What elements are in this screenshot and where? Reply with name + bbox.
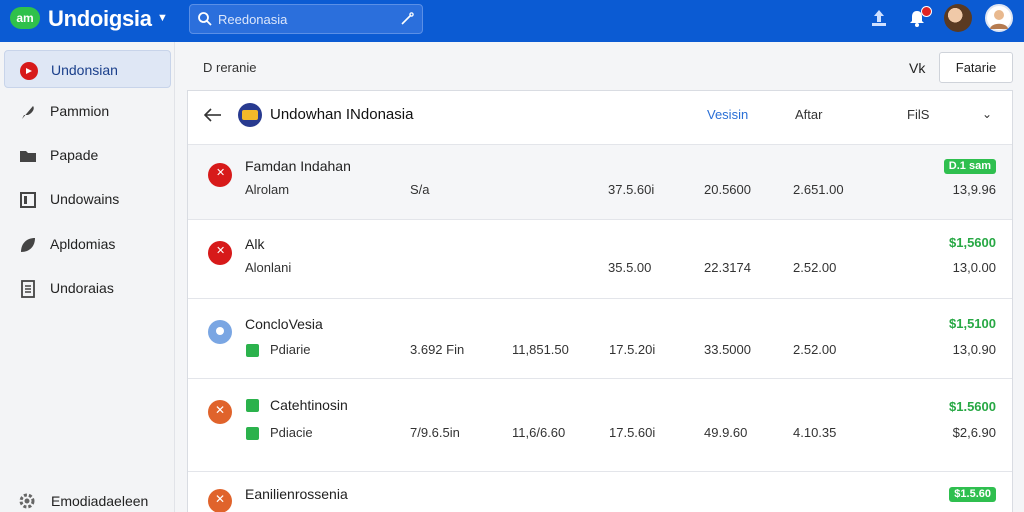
- row-col2: 11,851.50: [512, 342, 569, 357]
- sidebar-item-label: Apldomias: [50, 236, 116, 252]
- check-icon[interactable]: [246, 427, 259, 440]
- profile-avatar[interactable]: [985, 4, 1013, 32]
- row-col5: 2.52.00: [793, 260, 837, 275]
- logo-badge[interactable]: am: [10, 7, 40, 29]
- check-icon[interactable]: [246, 399, 259, 412]
- row-highlight-amount: $1.5600: [949, 399, 996, 414]
- row-sub: Pdiarie: [270, 342, 311, 357]
- sidebar-item-undonsian[interactable]: Undonsian: [4, 50, 171, 88]
- status-icon: ✕: [208, 400, 232, 424]
- leaf-icon: [21, 238, 35, 252]
- user-icon: [990, 10, 1008, 29]
- table-row[interactable]: ✕ Eanilienrossenia $1.5.60: [188, 473, 1012, 512]
- column-header-fils[interactable]: FilS: [907, 107, 929, 122]
- table-row[interactable]: ✕ Catehtinosin Pdiacie 7/9.6.5in 11,6/6.…: [188, 379, 1012, 472]
- back-icon[interactable]: [204, 108, 222, 122]
- row-col3: 17.5.20i: [609, 342, 656, 357]
- search-input[interactable]: [218, 8, 388, 30]
- table-row[interactable]: ConcloVesia Pdiarie 3.692 Fin 11,851.50 …: [188, 299, 1012, 379]
- vk-label[interactable]: Vk: [909, 60, 925, 76]
- row-col2: 11,6/6.60: [512, 425, 566, 440]
- pen-icon[interactable]: [399, 11, 415, 27]
- accounts-panel: Undowhan INdonasia Vesisin Aftar FilS ⌄ …: [187, 90, 1013, 512]
- panel-title: Undowhan INdonasia: [270, 106, 414, 123]
- table-row[interactable]: ✕ Alk Alonlani 35.5.00 22.3174 2.52.00 $…: [188, 221, 1012, 299]
- sidebar: Undonsian Pammion Papade Undowains Apldo…: [0, 42, 175, 512]
- row-col3: 17.5.60i: [609, 425, 656, 440]
- fatarie-button[interactable]: Fatarie: [939, 52, 1013, 83]
- search-box[interactable]: [189, 4, 423, 34]
- indonesia-flag-icon: [238, 103, 262, 127]
- sidebar-item-label: Papade: [50, 147, 99, 163]
- row-col1: 3.692 Fin: [410, 342, 465, 357]
- row-highlight-amount: $1,5600: [949, 235, 996, 250]
- row-col3: 35.5.00: [608, 260, 652, 275]
- row-col4: 22.3174: [704, 260, 751, 275]
- sidebar-item-label: Undonsian: [51, 62, 118, 78]
- row-col4: 49.9.60: [704, 425, 748, 440]
- top-bar: am Undoigsia ▼: [0, 0, 1024, 42]
- status-icon: ✕: [208, 489, 232, 512]
- row-sub: Alonlani: [245, 260, 292, 275]
- row-sub: Pdiacie: [270, 425, 313, 440]
- folder-icon: [20, 151, 36, 162]
- search-icon: [198, 12, 212, 26]
- breadcrumb[interactable]: D reranie: [203, 60, 256, 75]
- status-icon: ✕: [208, 163, 232, 187]
- document-icon: [21, 280, 35, 298]
- chevron-down-icon[interactable]: ⌄: [982, 107, 992, 121]
- status-icon: [208, 320, 232, 344]
- sidebar-item-undoraias[interactable]: Undoraias: [4, 269, 171, 307]
- row-amount: 13,0.00: [952, 260, 996, 275]
- sidebar-item-apldomias[interactable]: Apldomias: [4, 225, 171, 263]
- sidebar-item-undowains[interactable]: Undowains: [4, 180, 171, 218]
- book-icon: [20, 192, 36, 208]
- row-name: Famdan Indahan: [245, 158, 351, 174]
- row-name: Catehtinosin: [270, 397, 348, 413]
- row-name: Alk: [245, 236, 265, 252]
- row-col5: 4.10.35: [793, 425, 837, 440]
- chevron-down-icon[interactable]: ▼: [157, 12, 168, 24]
- column-link-vesisin[interactable]: Vesisin: [707, 107, 748, 122]
- status-icon: ✕: [208, 241, 232, 265]
- row-amount: 13,9.96: [952, 182, 996, 197]
- sidebar-item-pammion[interactable]: Pammion: [4, 92, 171, 130]
- row-highlight-amount: $1,5100: [949, 316, 996, 331]
- feather-icon: [22, 106, 34, 119]
- team-avatar[interactable]: [944, 4, 972, 32]
- sidebar-item-papade[interactable]: Papade: [4, 136, 171, 174]
- row-sub: Alrolam: [245, 182, 290, 197]
- sidebar-item-label: Pammion: [50, 103, 110, 119]
- brand-name[interactable]: Undoigsia: [48, 6, 152, 32]
- check-icon[interactable]: [246, 344, 259, 357]
- notification-badge: [921, 6, 932, 17]
- row-col1: S/a: [410, 182, 430, 197]
- row-col4: 33.5000: [704, 342, 751, 357]
- row-col1: 7/9.6.5in: [410, 425, 460, 440]
- sidebar-item-settings[interactable]: Emodiadaeleen: [0, 480, 174, 512]
- row-name: ConcloVesia: [245, 316, 323, 332]
- row-col5: 2.52.00: [793, 342, 837, 357]
- sidebar-footer-label: Emodiadaeleen: [51, 493, 149, 509]
- upload-icon[interactable]: [870, 8, 888, 28]
- status-badge: D.1 sam: [943, 159, 996, 174]
- gear-icon: [19, 493, 35, 509]
- column-header-aftar[interactable]: Aftar: [795, 107, 822, 122]
- table-row[interactable]: ✕ Famdan Indahan Alrolam S/a 37.5.60i 20…: [188, 145, 1012, 220]
- row-name: Eanilienrossenia: [245, 486, 348, 502]
- flag-icon: [20, 62, 38, 80]
- sidebar-item-label: Undoraias: [50, 280, 114, 296]
- panel-header: Undowhan INdonasia Vesisin Aftar FilS ⌄: [188, 91, 1012, 145]
- sidebar-item-label: Undowains: [50, 191, 120, 207]
- row-amount: $2,6.90: [952, 425, 996, 440]
- row-amount: 13,0.90: [952, 342, 996, 357]
- row-col5: 2.651.00: [793, 182, 844, 197]
- status-badge: $1.5.60: [949, 487, 996, 502]
- row-col3: 37.5.60i: [608, 182, 655, 197]
- row-col4: 20.5600: [704, 182, 751, 197]
